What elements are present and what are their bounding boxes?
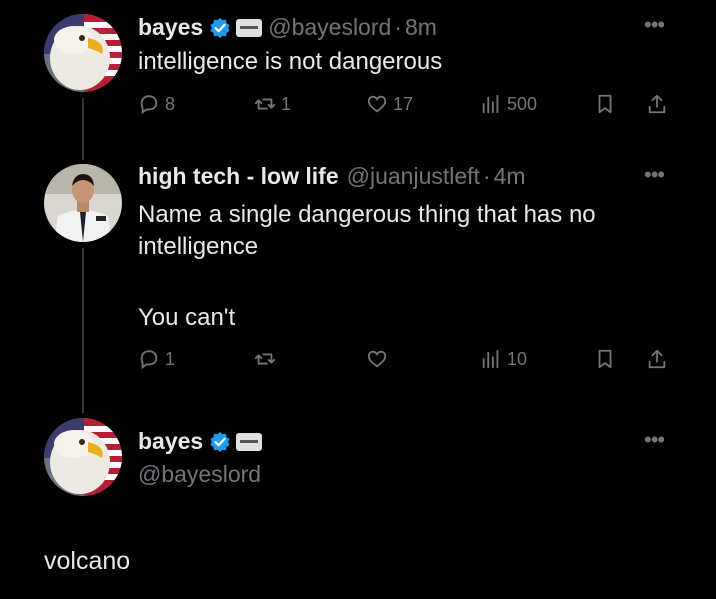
like-count: 17 — [393, 93, 414, 114]
tweet-text-line: intelligence — [138, 233, 259, 260]
thread-line — [82, 98, 84, 160]
avatar[interactable] — [44, 418, 122, 496]
display-name[interactable]: bayes — [138, 428, 203, 455]
views-icon — [482, 349, 499, 369]
repost-icon — [254, 353, 276, 365]
more-icon[interactable]: ••• — [644, 12, 665, 38]
affiliation-badge[interactable] — [236, 432, 263, 451]
share-icon — [648, 349, 666, 369]
timestamp[interactable]: 8m — [405, 14, 437, 41]
tweet-text: intelligence is not dangerous — [138, 48, 443, 75]
bookmark-button[interactable] — [594, 93, 616, 115]
views-count: 10 — [507, 348, 528, 369]
display-name[interactable]: high tech - low life — [138, 163, 339, 190]
more-icon[interactable]: ••• — [644, 162, 665, 188]
like-icon — [367, 95, 387, 113]
tweet-header: high tech - low life @juanjustleft · 4m — [138, 163, 526, 190]
like-button[interactable]: 17 — [366, 93, 413, 115]
views-button[interactable]: 500 — [480, 93, 537, 115]
views-icon — [482, 94, 499, 114]
tweet-header: bayes — [138, 428, 268, 455]
handle[interactable]: @bayeslord — [138, 461, 261, 488]
bookmark-icon — [598, 94, 612, 114]
separator: · — [394, 14, 402, 40]
repost-icon — [254, 98, 276, 110]
tweet-text: volcano — [44, 547, 131, 575]
timestamp[interactable]: 4m — [494, 163, 526, 190]
reply-button[interactable]: 8 — [138, 93, 175, 115]
reply-icon — [140, 95, 158, 115]
tweet-actions: 8 1 17 500 — [138, 93, 678, 119]
separator: · — [482, 163, 491, 189]
avatar[interactable] — [44, 14, 122, 92]
reply-count: 1 — [165, 348, 176, 369]
bookmark-button[interactable] — [594, 348, 616, 370]
verified-icon — [210, 17, 230, 38]
affiliation-badge[interactable] — [236, 18, 263, 37]
thread-line — [82, 248, 84, 413]
repost-button[interactable]: 1 — [254, 93, 291, 115]
display-name[interactable]: bayes — [138, 14, 203, 41]
verified-icon — [210, 431, 230, 452]
views-count: 500 — [507, 93, 538, 114]
reply-count: 8 — [165, 93, 176, 114]
reply-icon — [140, 350, 158, 370]
reply-button[interactable]: 1 — [138, 348, 175, 370]
share-button[interactable] — [646, 348, 668, 370]
share-button[interactable] — [646, 93, 668, 115]
handle[interactable]: @bayeslord — [268, 14, 391, 41]
like-icon — [367, 350, 387, 368]
bookmark-icon — [598, 349, 612, 369]
repost-count: 1 — [281, 93, 292, 114]
tweet-text-line: You can't — [138, 304, 236, 331]
repost-button[interactable] — [254, 348, 281, 370]
tweet-header: bayes @bayeslord · 8m — [138, 14, 437, 41]
share-icon — [648, 94, 666, 114]
tweet-text-line: Name a single dangerous thing that has n… — [138, 201, 596, 228]
like-button[interactable] — [366, 348, 393, 370]
handle[interactable]: @juanjustleft — [347, 163, 480, 190]
avatar[interactable] — [44, 164, 122, 242]
more-icon[interactable]: ••• — [644, 427, 665, 453]
views-button[interactable]: 10 — [480, 348, 527, 370]
tweet-actions: 1 10 — [138, 348, 678, 374]
